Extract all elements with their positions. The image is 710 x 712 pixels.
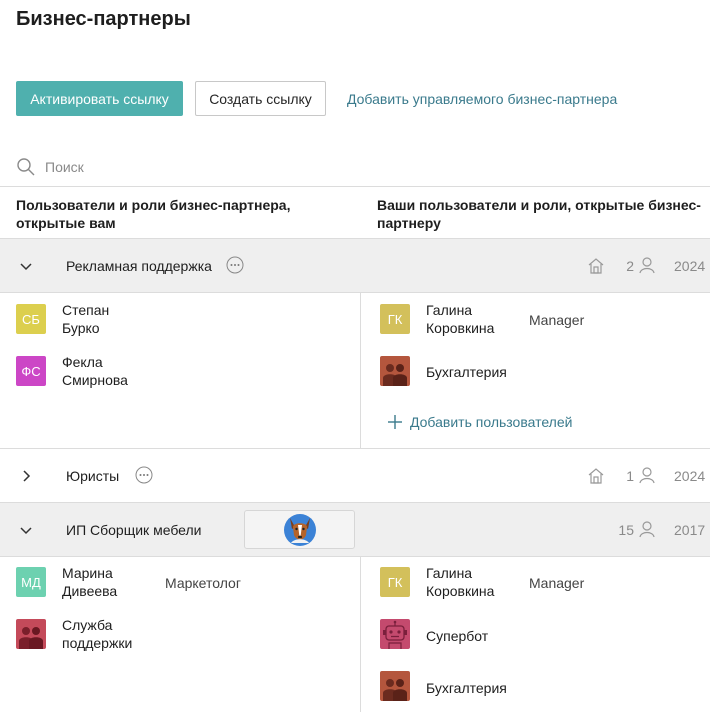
group-icon <box>380 671 410 701</box>
divider <box>0 292 710 293</box>
search-icon <box>16 157 36 177</box>
user-name[interactable]: Галина Коровкина <box>426 564 494 600</box>
search-box[interactable]: Поиск <box>16 157 84 177</box>
avatar: ГК <box>380 304 410 334</box>
more-options-icon[interactable] <box>226 256 244 274</box>
chevron-right-icon[interactable] <box>18 468 34 484</box>
column-header-partner-users: Пользователи и роли бизнес-партнера, отк… <box>16 197 291 231</box>
add-managed-partner-link[interactable]: Добавить управляемого бизнес-партнера <box>347 91 617 107</box>
user-name[interactable]: Степан Бурко <box>62 301 109 337</box>
group-row-lawyers[interactable]: Юристы 1 2024 <box>0 449 710 502</box>
divider <box>0 556 710 557</box>
page-title: Бизнес-партнеры <box>16 8 191 30</box>
create-link-button[interactable]: Создать ссылку <box>195 81 326 116</box>
robot-icon <box>380 619 410 649</box>
divider <box>0 186 710 187</box>
member-count: 1 <box>626 468 634 484</box>
user-name[interactable]: Фекла Смирнова <box>62 353 128 389</box>
house-icon <box>587 257 605 275</box>
avatar: ГК <box>380 567 410 597</box>
group-row-advertising[interactable]: Рекламная поддержка 2 2024 <box>0 239 710 292</box>
column-header-your-users: Ваши пользователи и роли, открытые бизне… <box>377 197 701 231</box>
user-name[interactable]: Марина Дивеева <box>62 564 117 600</box>
group-name: Юристы <box>66 468 120 484</box>
member-count: 15 <box>618 522 634 538</box>
column-divider <box>360 292 361 448</box>
user-icon <box>638 466 656 484</box>
avatar: СБ <box>16 304 46 334</box>
user-icon <box>638 520 656 538</box>
user-role: Manager <box>529 575 585 591</box>
partner-logo-card <box>244 510 355 549</box>
group-name[interactable]: Служба поддержки <box>62 616 132 652</box>
group-icon <box>16 619 46 649</box>
group-row-furniture[interactable]: ИП Сборщик мебели 15 2017 <box>0 503 710 556</box>
activate-link-button[interactable]: Активировать ссылку <box>16 81 183 116</box>
group-name: Рекламная поддержка <box>66 258 212 274</box>
avatar: МД <box>16 567 46 597</box>
dog-logo <box>283 513 316 546</box>
group-name: ИП Сборщик мебели <box>66 522 202 538</box>
member-count: 2 <box>626 258 634 274</box>
group-name[interactable]: Бухгалтерия <box>426 363 507 381</box>
user-role: Маркетолог <box>165 575 241 591</box>
bot-name[interactable]: Супербот <box>426 627 488 645</box>
group-year: 2024 <box>674 258 706 274</box>
user-name[interactable]: Галина Коровкина <box>426 301 494 337</box>
add-users-label: Добавить пользователей <box>410 414 573 430</box>
group-year: 2017 <box>674 522 706 538</box>
user-icon <box>638 256 656 274</box>
chevron-down-icon[interactable] <box>18 258 34 274</box>
house-icon <box>587 467 605 485</box>
column-divider <box>360 556 361 712</box>
user-role: Manager <box>529 312 585 328</box>
plus-icon <box>387 414 403 430</box>
group-name[interactable]: Бухгалтерия <box>426 679 507 697</box>
more-options-icon[interactable] <box>135 466 153 484</box>
group-icon <box>380 356 410 386</box>
group-year: 2024 <box>674 468 706 484</box>
chevron-down-icon[interactable] <box>18 522 34 538</box>
avatar: ФС <box>16 356 46 386</box>
add-users-button[interactable]: Добавить пользователей <box>387 414 572 430</box>
search-input[interactable]: Поиск <box>45 159 84 175</box>
